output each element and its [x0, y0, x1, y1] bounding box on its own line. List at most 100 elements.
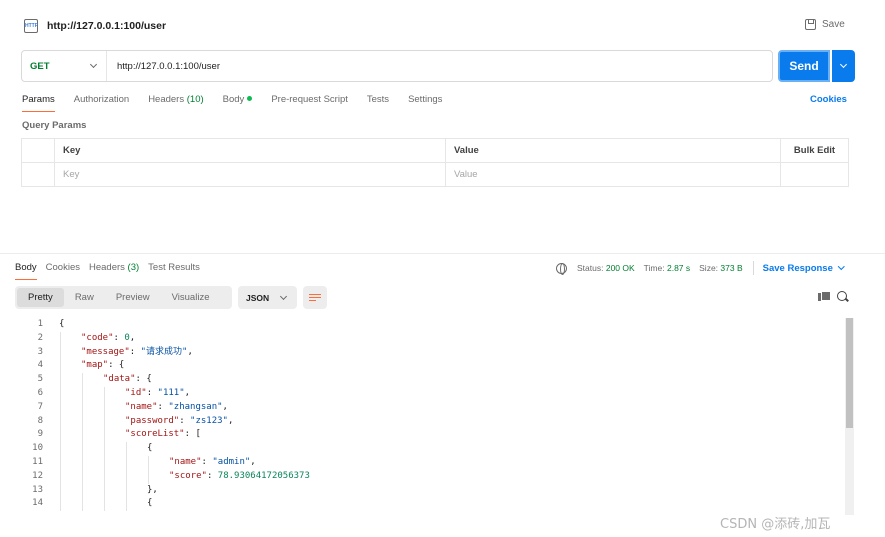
request-title[interactable]: http://127.0.0.1:100/user — [47, 20, 166, 32]
code-line: 13}, — [0, 483, 843, 498]
view-raw[interactable]: Raw — [64, 288, 105, 307]
code-line: 4 "map": { — [0, 359, 843, 374]
tab-authorization[interactable]: Authorization — [74, 94, 129, 112]
tab-body[interactable]: Body — [223, 94, 253, 112]
chevron-down-icon — [279, 292, 288, 300]
indent-guide — [60, 455, 61, 470]
indent-guide — [60, 414, 61, 429]
indent-guide — [148, 469, 149, 484]
row-checkbox[interactable] — [21, 162, 55, 187]
indent-guide — [60, 428, 61, 443]
cookies-link[interactable]: Cookies — [810, 94, 847, 105]
status-value[interactable]: 200 OK — [606, 263, 635, 273]
code-text: "id": "111", — [125, 387, 190, 401]
json-punctuation: , — [250, 456, 256, 467]
method-select[interactable]: GET — [22, 51, 107, 81]
tab-response-headers[interactable]: Headers (3) — [89, 262, 139, 280]
line-number: 8 — [37, 415, 43, 426]
indent-guide — [82, 483, 83, 498]
time-value[interactable]: 2.87 s — [667, 263, 690, 273]
json-key: "map" — [81, 360, 109, 371]
tab-response-body[interactable]: Body — [15, 262, 37, 280]
code-text: "password": "zs123", — [125, 415, 233, 429]
divider — [752, 261, 754, 275]
indent-guide — [104, 455, 105, 470]
send-button[interactable]: Send — [778, 50, 830, 82]
view-visualize[interactable]: Visualize — [161, 288, 221, 307]
send-options-button[interactable] — [832, 50, 855, 82]
floppy-disk-icon — [805, 19, 816, 30]
response-tabs: Body Cookies Headers (3) Test Results — [15, 262, 209, 280]
body-indicator-dot — [247, 96, 253, 101]
indent-guide — [82, 400, 83, 415]
bulk-edit-button[interactable]: Bulk Edit — [780, 138, 849, 163]
wrap-lines-icon — [309, 293, 321, 295]
tab-settings[interactable]: Settings — [408, 94, 442, 112]
headers-count: (10) — [186, 94, 204, 105]
json-punctuation: : — [157, 401, 169, 412]
json-punctuation: : { — [108, 360, 125, 371]
code-text: "data": { — [103, 373, 152, 387]
view-pretty[interactable]: Pretty — [17, 288, 64, 307]
json-punctuation: : — [201, 456, 213, 467]
table-header-row: Key Value Bulk Edit — [21, 138, 849, 163]
tab-response-cookies[interactable]: Cookies — [46, 262, 80, 280]
indent-guide — [104, 442, 105, 456]
query-params-title: Query Params — [22, 120, 87, 131]
indent-guide — [82, 428, 83, 443]
json-key: "name" — [125, 401, 158, 412]
wrap-lines-button[interactable] — [303, 286, 327, 309]
code-text: "map": { — [81, 359, 124, 373]
indent-guide — [82, 373, 83, 387]
tab-pre-request-script[interactable]: Pre-request Script — [271, 94, 348, 112]
indent-guide — [60, 331, 61, 346]
tab-test-results[interactable]: Test Results — [148, 262, 200, 280]
json-punctuation: , — [184, 387, 191, 398]
copy-icon[interactable] — [818, 291, 831, 302]
size-value[interactable]: 373 B — [720, 263, 742, 273]
line-number: 7 — [37, 401, 43, 412]
value-input[interactable]: Value — [445, 162, 781, 187]
json-string: "请求成功" — [140, 346, 188, 357]
search-icon[interactable] — [837, 291, 849, 303]
line-number: 13 — [32, 484, 43, 495]
url-input[interactable] — [107, 60, 707, 72]
json-punctuation: { — [147, 498, 153, 509]
save-response-button[interactable]: Save Response — [763, 263, 845, 274]
json-punctuation: , — [129, 332, 136, 343]
json-string: "zs123" — [190, 415, 228, 426]
line-number: 3 — [37, 346, 43, 357]
indent-guide — [82, 414, 83, 429]
view-preview[interactable]: Preview — [105, 288, 161, 307]
tab-tests[interactable]: Tests — [367, 94, 389, 112]
tab-params[interactable]: Params — [22, 94, 55, 112]
indent-guide — [126, 455, 127, 470]
code-text: "scoreList": [ — [125, 428, 201, 442]
tab-headers[interactable]: Headers (10) — [148, 94, 203, 112]
indent-guide — [60, 469, 61, 484]
request-tabs: Params Authorization Headers (10) Body P… — [22, 94, 461, 112]
json-punctuation: { — [59, 319, 65, 329]
pane-divider[interactable] — [0, 253, 885, 254]
json-punctuation: : { — [135, 374, 152, 385]
response-body-editor[interactable]: 1{2 "code": 0, 3 "message": "请求成功", 4 "map": … — [0, 318, 843, 515]
indent-guide — [60, 483, 61, 498]
format-select[interactable]: JSON — [238, 286, 297, 309]
code-text: { — [59, 318, 64, 332]
chevron-down-icon — [837, 263, 845, 270]
chevron-down-icon — [839, 60, 848, 69]
json-punctuation: { — [147, 443, 153, 454]
scrollbar-thumb[interactable] — [846, 318, 853, 428]
http-request-icon: HTTP — [24, 19, 38, 33]
format-label: JSON — [246, 292, 270, 303]
code-line: 10 { — [0, 442, 843, 456]
table-row: Key Value — [21, 162, 849, 187]
indent-guide — [126, 497, 127, 512]
code-line: 1{ — [0, 318, 843, 332]
key-input[interactable]: Key — [54, 162, 446, 187]
line-number: 5 — [37, 374, 43, 385]
globe-icon[interactable] — [556, 262, 567, 275]
json-key: "password" — [125, 415, 180, 426]
indent-guide — [82, 497, 83, 512]
save-button[interactable]: Save — [805, 19, 845, 30]
